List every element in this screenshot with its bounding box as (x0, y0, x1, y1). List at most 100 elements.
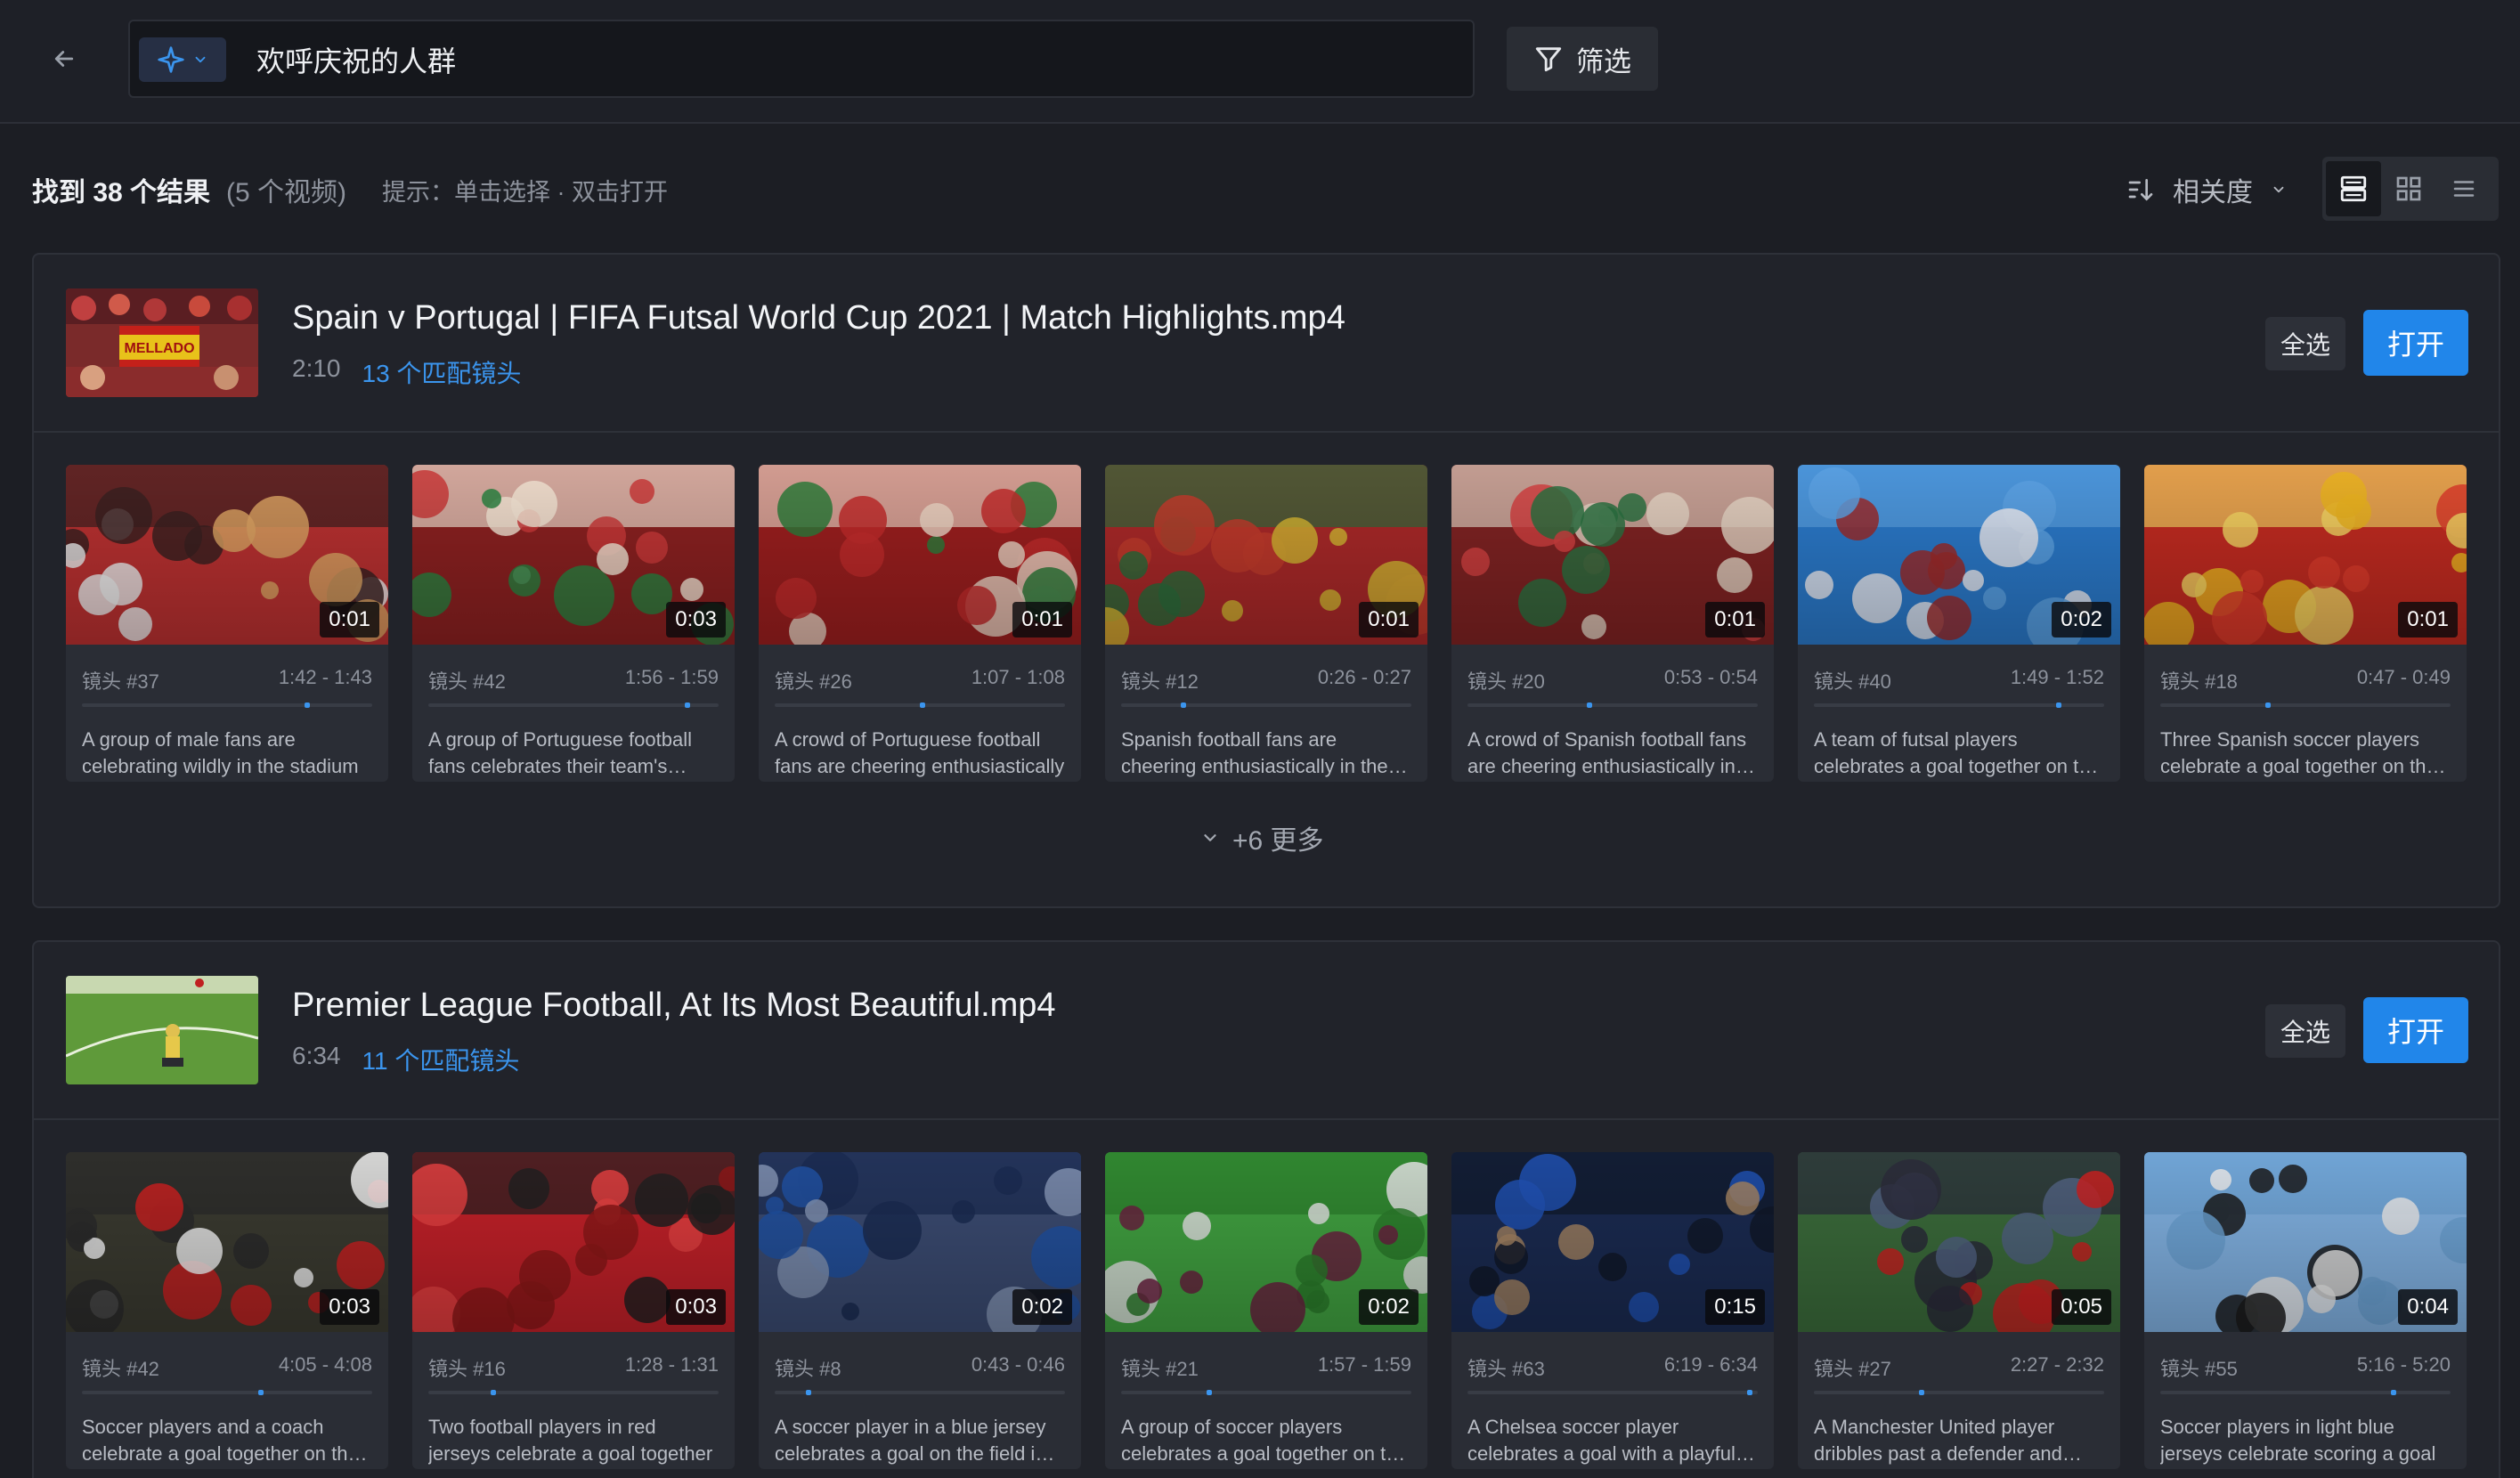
select-all-button[interactable]: 全选 (2265, 317, 2345, 370)
shot-number: 镜头 #63 (1467, 1358, 1545, 1380)
shot-info: 镜头 #18 0:47 - 0:49 (2160, 666, 2451, 694)
shot-description: Spanish football fans are cheering enthu… (1121, 728, 1388, 777)
shot-card[interactable]: 0:04 镜头 #55 5:16 - 5:20 Soccer players i… (2144, 1152, 2467, 1469)
duration-badge: 0:02 (2052, 602, 2111, 637)
shot-position-marker (920, 702, 925, 708)
video-duration: 2:10 (292, 354, 341, 382)
video-thumbnail[interactable]: MELLADO (66, 288, 258, 397)
shot-card[interactable]: 0:03 镜头 #42 4:05 - 4:08 Soccer players a… (66, 1152, 388, 1469)
shot-description: A group of Portuguese football fans cele… (428, 728, 692, 777)
search-box (128, 20, 1475, 98)
shot-number: 镜头 #27 (1814, 1358, 1891, 1380)
match-count-link[interactable]: 11 个匹配镜头 (362, 1042, 520, 1077)
shot-description: A group of male fans are celebrating wil… (82, 728, 359, 777)
view-list-button[interactable] (2436, 161, 2492, 216)
back-button[interactable] (41, 36, 87, 82)
shot-info: 镜头 #16 1:28 - 1:31 (428, 1353, 719, 1382)
shot-timeline (1467, 1390, 1758, 1395)
shot-timeline (2160, 1390, 2451, 1395)
shot-card[interactable]: 0:02 镜头 #8 0:43 - 0:46 A soccer player i… (759, 1152, 1081, 1469)
shot-card[interactable]: 0:01 镜头 #18 0:47 - 0:49 Three Spanish so… (2144, 465, 2467, 782)
grouped-view-icon (2340, 175, 2367, 202)
sort-dropdown[interactable]: 相关度 (2126, 167, 2287, 212)
open-button[interactable]: 打开 (2363, 997, 2468, 1063)
shot-number: 镜头 #20 (1467, 670, 1545, 693)
shot-timeline (82, 1390, 372, 1395)
shot-info: 镜头 #26 1:07 - 1:08 (775, 666, 1065, 694)
show-more-button[interactable]: +6 更多 (1200, 816, 1324, 860)
shot-timeline (1814, 1390, 2104, 1395)
shot-timeline (1121, 702, 1411, 708)
shot-position-marker (305, 702, 310, 708)
shot-timeline (2160, 702, 2451, 708)
shot-card[interactable]: 0:01 镜头 #37 1:42 - 1:43 A group of male … (66, 465, 388, 782)
video-duration: 6:34 (292, 1042, 341, 1069)
shot-row: 0:03 镜头 #42 4:05 - 4:08 Soccer players a… (66, 1152, 2470, 1469)
open-button[interactable]: 打开 (2363, 310, 2468, 376)
shot-time-range: 1:07 - 1:08 (971, 666, 1065, 688)
shot-info: 镜头 #12 0:26 - 0:27 (1121, 666, 1411, 694)
ai-search-mode-chip[interactable] (139, 37, 226, 82)
video-meta: 2:10 13 个匹配镜头 (292, 354, 521, 390)
shot-info: 镜头 #20 0:53 - 0:54 (1467, 666, 1758, 694)
shot-time-range: 1:49 - 1:52 (2010, 666, 2104, 688)
show-more-label: +6 更多 (1232, 826, 1324, 856)
duration-badge: 0:01 (1012, 602, 1072, 637)
duration-badge: 0:03 (666, 602, 726, 637)
shot-info: 镜头 #21 1:57 - 1:59 (1121, 1353, 1411, 1382)
shot-position-marker (2265, 702, 2271, 708)
shot-description: A Manchester United player dribbles past… (1814, 1416, 2062, 1465)
video-count: (5 个视频) (226, 178, 347, 207)
shot-time-range: 4:05 - 4:08 (278, 1353, 372, 1376)
video-group-header: MELLADO Spain v Portugal | FIFA Futsal W… (34, 255, 2499, 433)
shot-card[interactable]: 0:02 镜头 #40 1:49 - 1:52 A team of futsal… (1798, 465, 2120, 782)
list-icon (2453, 181, 2475, 197)
view-grid-button[interactable] (2381, 161, 2436, 216)
shot-time-range: 1:56 - 1:59 (624, 666, 719, 688)
duration-badge: 0:03 (320, 1289, 379, 1325)
view-grouped-button[interactable] (2326, 161, 2381, 216)
shot-description: A crowd of Spanish football fans are che… (1467, 728, 1747, 777)
duration-badge: 0:05 (2052, 1289, 2111, 1325)
view-mode-toggle (2322, 157, 2499, 221)
filter-button[interactable]: 筛选 (1507, 27, 1658, 91)
shot-position-marker (491, 1390, 496, 1395)
match-count-link[interactable]: 13 个匹配镜头 (362, 354, 522, 390)
video-thumbnail[interactable] (66, 976, 258, 1084)
shot-card[interactable]: 0:15 镜头 #63 6:19 - 6:34 A Chelsea soccer… (1451, 1152, 1774, 1469)
video-title[interactable]: Spain v Portugal | FIFA Futsal World Cup… (292, 299, 1345, 337)
shot-card[interactable]: 0:03 镜头 #16 1:28 - 1:31 Two football pla… (412, 1152, 735, 1469)
shot-timeline (1814, 702, 2104, 708)
shot-description: A crowd of Portuguese football fans are … (775, 728, 1065, 777)
usage-hint: 提示：单击选择 · 双击打开 (382, 178, 669, 206)
shot-time-range: 5:16 - 5:20 (2356, 1353, 2451, 1376)
shot-description: Soccer players and a coach celebrate a g… (82, 1416, 359, 1465)
shot-card[interactable]: 0:01 镜头 #20 0:53 - 0:54 A crowd of Spani… (1451, 465, 1774, 782)
results-summary: 找到 38 个结果 (5 个视频) 提示：单击选择 · 双击打开 (32, 167, 1101, 212)
shot-card[interactable]: 0:03 镜头 #42 1:56 - 1:59 A group of Portu… (412, 465, 735, 782)
shot-timeline (775, 702, 1065, 708)
shot-timeline (775, 1390, 1065, 1395)
duration-badge: 0:01 (320, 602, 379, 637)
search-input[interactable] (256, 34, 1450, 85)
shot-info: 镜头 #42 4:05 - 4:08 (82, 1353, 372, 1382)
filter-label: 筛选 (1576, 45, 1631, 77)
shot-position-marker (685, 702, 690, 708)
shot-position-marker (2056, 702, 2061, 708)
select-all-button[interactable]: 全选 (2265, 1004, 2345, 1058)
shot-info: 镜头 #40 1:49 - 1:52 (1814, 666, 2104, 694)
shot-number: 镜头 #55 (2160, 1358, 2238, 1380)
shot-time-range: 1:57 - 1:59 (1317, 1353, 1411, 1376)
video-title[interactable]: Premier League Football, At Its Most Bea… (292, 987, 1056, 1025)
shot-timeline (1121, 1390, 1411, 1395)
shot-card[interactable]: 0:01 镜头 #26 1:07 - 1:08 A crowd of Portu… (759, 465, 1081, 782)
sparkle-icon (158, 46, 184, 73)
shot-card[interactable]: 0:02 镜头 #21 1:57 - 1:59 A group of socce… (1105, 1152, 1427, 1469)
shot-card[interactable]: 0:01 镜头 #12 0:26 - 0:27 Spanish football… (1105, 465, 1427, 782)
shot-time-range: 0:26 - 0:27 (1317, 666, 1411, 688)
shot-number: 镜头 #18 (2160, 670, 2238, 693)
shot-card[interactable]: 0:05 镜头 #27 2:27 - 2:32 A Manchester Uni… (1798, 1152, 2120, 1469)
grid-icon (2396, 176, 2421, 201)
chevron-down-icon (195, 56, 206, 63)
shot-position-marker (1747, 1390, 1752, 1395)
